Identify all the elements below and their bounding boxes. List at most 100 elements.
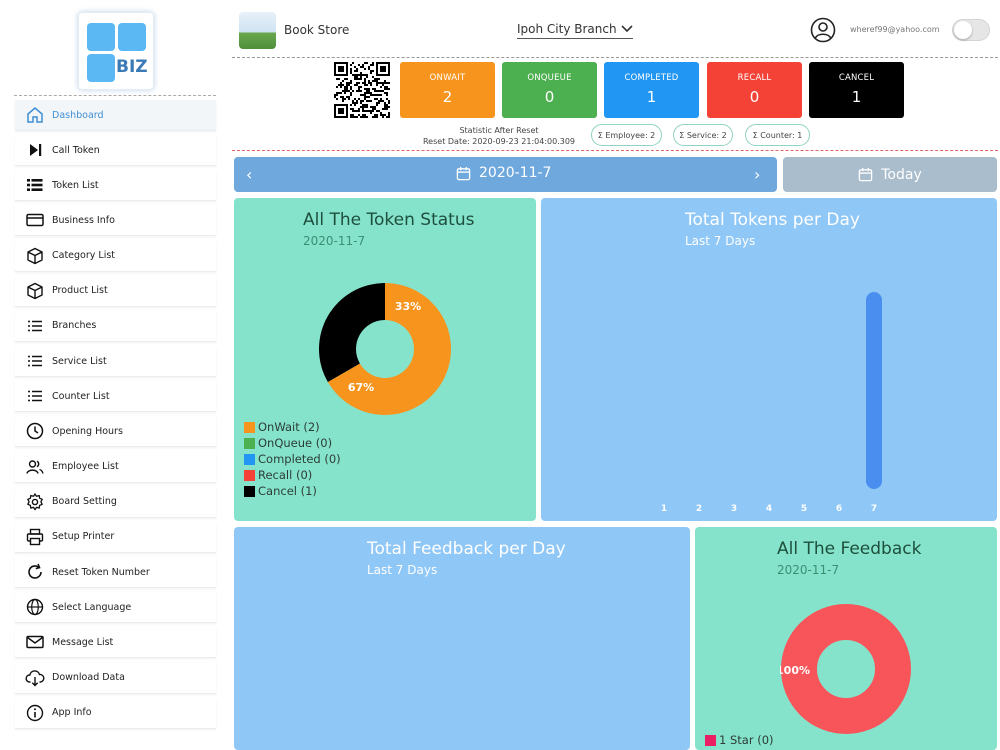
- sidebar-item-message-list[interactable]: Message List: [15, 627, 216, 659]
- sidebar-item-label: App Info: [52, 707, 92, 719]
- cancel-percent-label: 33%: [395, 300, 421, 313]
- qr-module: [364, 80, 366, 82]
- all-feedback-title: All The Feedback: [777, 539, 922, 559]
- qr-module: [346, 90, 348, 92]
- sidebar-item-employee-list[interactable]: Employee List: [15, 451, 216, 483]
- qr-module: [376, 114, 378, 116]
- sidebar-item-service-list[interactable]: Service List: [15, 346, 216, 378]
- sidebar-item-board-setting[interactable]: Board Setting: [15, 486, 216, 518]
- qr-module: [366, 76, 368, 78]
- prev-date-button[interactable]: ‹: [246, 165, 252, 184]
- sidebar-item-business-info[interactable]: Business Info: [15, 205, 216, 237]
- qr-module: [382, 90, 384, 92]
- refresh-icon: [25, 562, 45, 582]
- qr-module: [364, 116, 366, 118]
- printer-icon: [25, 527, 45, 547]
- app-root: BIZ Dashboard Call Token Token List Busines…: [0, 0, 1000, 750]
- qr-module: [358, 78, 360, 80]
- sidebar-item-token-list[interactable]: Token List: [15, 170, 216, 202]
- qr-module: [374, 114, 376, 116]
- logo-square: [118, 23, 146, 51]
- qr-module: [384, 102, 386, 104]
- people-icon: [25, 457, 45, 477]
- qr-code-icon[interactable]: [334, 62, 390, 118]
- store-avatar[interactable]: [239, 12, 276, 49]
- qr-module: [350, 68, 352, 70]
- qr-module: [376, 84, 378, 86]
- qr-module: [380, 100, 382, 102]
- sidebar-item-product-list[interactable]: Product List: [15, 275, 216, 307]
- sidebar-item-label: Dashboard: [52, 109, 104, 121]
- x-tick-label: 7: [871, 504, 877, 514]
- qr-module: [384, 80, 386, 82]
- date-display[interactable]: 2020-11-7: [456, 165, 551, 181]
- qr-module: [376, 110, 378, 112]
- stat-tile-cancel[interactable]: CANCEL 1: [809, 62, 904, 118]
- qr-module: [374, 80, 376, 82]
- qr-module: [386, 82, 388, 84]
- sidebar-item-dashboard[interactable]: Dashboard: [15, 100, 216, 131]
- qr-module: [370, 84, 372, 86]
- sidebar-item-opening-hours[interactable]: Opening Hours: [15, 416, 216, 448]
- qr-module: [372, 116, 374, 118]
- stat-tile-recall[interactable]: RECALL 0: [707, 62, 802, 118]
- qr-module: [386, 98, 388, 100]
- user-account-icon[interactable]: [810, 17, 836, 43]
- service-count-pill[interactable]: Σ Service: 2: [673, 124, 733, 146]
- qr-module: [352, 116, 354, 118]
- sidebar-item-label: Call Token: [52, 144, 100, 156]
- sidebar-item-call-token[interactable]: Call Token: [15, 135, 216, 167]
- qr-module: [350, 80, 352, 82]
- sidebar-item-download-data[interactable]: Download Data: [15, 662, 216, 694]
- qr-module: [352, 110, 354, 112]
- sidebar-item-label: Message List: [52, 636, 114, 648]
- next-date-button[interactable]: ›: [754, 165, 760, 184]
- qr-module: [346, 84, 348, 86]
- qr-module: [350, 70, 352, 72]
- qr-module: [364, 82, 366, 84]
- calendar-icon: [456, 166, 471, 180]
- calendar-icon: [859, 167, 873, 182]
- qr-module: [382, 82, 384, 84]
- qr-module: [364, 88, 366, 90]
- stat-label: CANCEL: [838, 73, 875, 83]
- qr-module: [338, 108, 344, 114]
- employee-count-pill[interactable]: Σ Employee: 2: [591, 124, 662, 146]
- qr-module: [366, 116, 368, 118]
- qr-module: [372, 80, 374, 82]
- feedback-per-day-panel: Total Feedback per Day Last 7 Days: [234, 527, 690, 750]
- sidebar-item-select-language[interactable]: Select Language: [15, 592, 216, 624]
- reset-date: Reset Date: 2020-09-23 21:04:00.309: [422, 137, 576, 146]
- qr-module: [342, 98, 344, 100]
- stat-tile-completed[interactable]: COMPLETED 1: [604, 62, 699, 118]
- stat-tile-onqueue[interactable]: ONQUEUE 0: [502, 62, 597, 118]
- sidebar-item-setup-printer[interactable]: Setup Printer: [15, 521, 216, 553]
- qr-module: [368, 110, 370, 112]
- qr-module: [350, 82, 352, 84]
- sidebar-item-label: Opening Hours: [52, 425, 123, 437]
- all-feedback-panel: All The Feedback 2020-11-7 100% 1 Star (…: [695, 527, 997, 750]
- qr-module: [352, 62, 354, 64]
- qr-module: [388, 100, 390, 102]
- qr-module: [334, 94, 336, 96]
- token-status-date: 2020-11-7: [303, 234, 366, 248]
- stat-value: 1: [646, 88, 657, 106]
- today-button[interactable]: Today: [783, 157, 997, 192]
- stat-value: 2: [442, 88, 453, 106]
- stat-label: ONQUEUE: [527, 73, 572, 83]
- qr-module: [360, 94, 362, 96]
- qr-module: [378, 90, 380, 92]
- qr-module: [336, 98, 338, 100]
- chevron-down-icon: [621, 25, 633, 33]
- legend-item: Cancel (1): [244, 483, 341, 499]
- sidebar-item-branches[interactable]: Branches: [15, 310, 216, 342]
- qr-module: [358, 114, 360, 116]
- stat-tile-onwait[interactable]: ONWAIT 2: [400, 62, 495, 118]
- mode-toggle[interactable]: [952, 19, 990, 41]
- sidebar-item-counter-list[interactable]: Counter List: [15, 381, 216, 413]
- sidebar-item-category-list[interactable]: Category List: [15, 240, 216, 272]
- sidebar-item-reset-token-number[interactable]: Reset Token Number: [15, 557, 216, 589]
- sidebar-item-app-info[interactable]: App Info: [15, 697, 216, 729]
- counter-count-pill[interactable]: Σ Counter: 1: [745, 124, 810, 146]
- branch-selector[interactable]: Ipoh City Branch: [517, 22, 633, 39]
